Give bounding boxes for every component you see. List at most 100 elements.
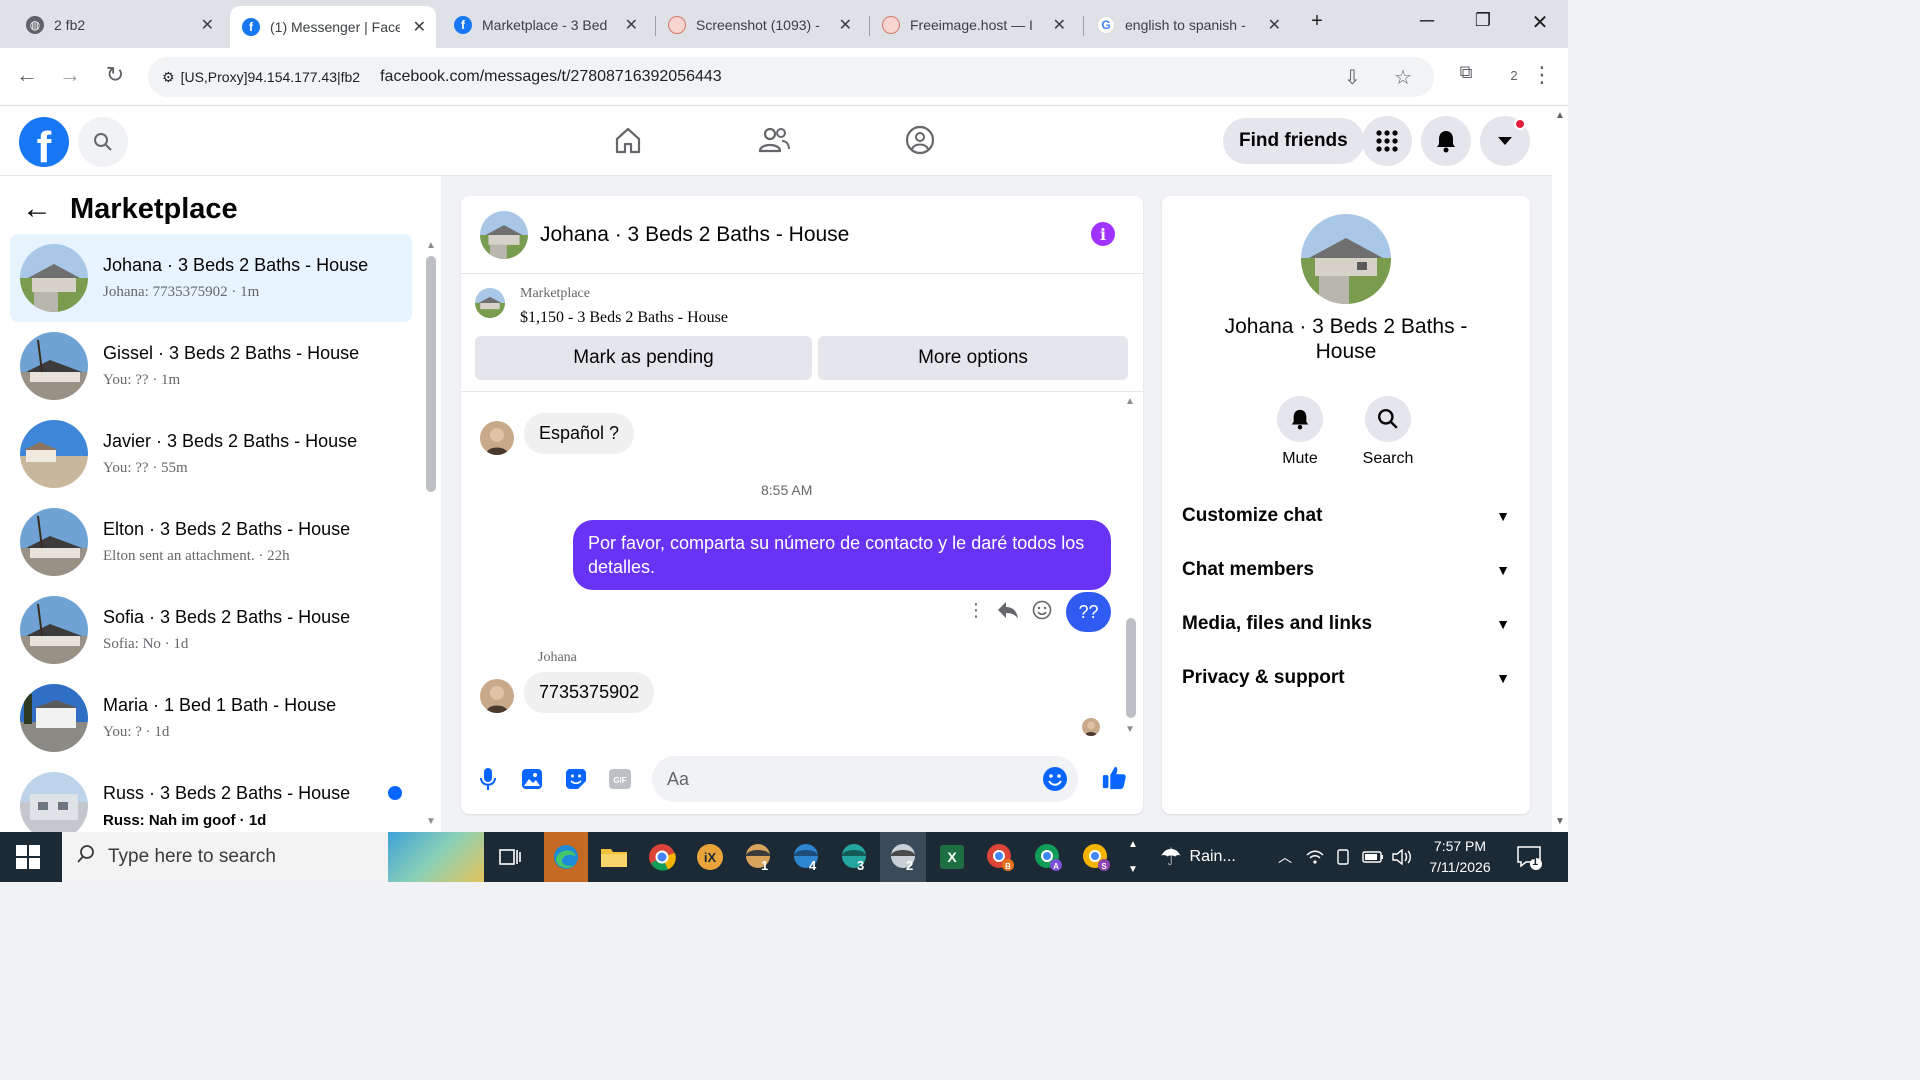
tab-google-translate[interactable]: G english to spanish - ✕ — [1085, 6, 1291, 44]
forward-arrow-icon[interactable]: → — [56, 62, 84, 88]
microphone-icon[interactable] — [475, 766, 501, 792]
search-in-conversation-button[interactable]: Search — [1348, 396, 1428, 468]
taskbar-search-box[interactable]: Type here to search — [62, 832, 484, 882]
friends-icon[interactable] — [754, 120, 794, 160]
close-window-icon[interactable]: ✕ — [1525, 10, 1555, 35]
profile-1-icon[interactable]: 1 — [740, 839, 776, 875]
taskbar-overflow-chevrons[interactable]: ▲ ▼ — [1126, 832, 1140, 882]
close-icon[interactable]: ✕ — [1053, 15, 1066, 35]
message-input[interactable]: Aa — [652, 756, 1078, 802]
conversation-item[interactable]: Elton · 3 Beds 2 Baths - House Elton sen… — [10, 498, 412, 586]
scroll-down-arrow-icon[interactable]: ▼ — [1125, 724, 1135, 735]
volume-icon[interactable] — [1392, 832, 1412, 882]
close-icon[interactable]: ✕ — [839, 15, 852, 35]
conversation-item[interactable]: Sofia · 3 Beds 2 Baths - House Sofia: No… — [10, 586, 412, 674]
chat-scrollbar[interactable] — [1126, 618, 1136, 718]
marketplace-conversation-list: ← Marketplace Johana · 3 Beds 2 Baths - … — [0, 176, 441, 832]
chrome-profile-b-icon[interactable]: B — [982, 839, 1018, 875]
tab-2-fb2[interactable]: ◍ 2 fb2 ✕ — [14, 6, 224, 44]
tab-search-icon[interactable]: ⧉ — [1452, 62, 1480, 83]
privacy-support-section[interactable]: Privacy & support ▼ — [1182, 658, 1510, 698]
site-info[interactable]: ⚙ [US,Proxy]94.154.177.43|fb2 — [162, 69, 360, 86]
close-icon[interactable]: ✕ — [625, 15, 638, 35]
show-hidden-icons-icon[interactable]: ︿ — [1278, 832, 1292, 882]
profile-2-icon[interactable]: 2 — [880, 832, 926, 882]
task-view-icon[interactable] — [492, 839, 528, 875]
restore-icon[interactable]: ❐ — [1468, 10, 1498, 31]
notifications-bell-icon[interactable] — [1421, 116, 1471, 166]
scroll-up-arrow-icon[interactable]: ▲ — [1555, 110, 1565, 121]
conversation-avatar[interactable] — [1301, 214, 1391, 304]
profile-count[interactable]: 2 — [1500, 68, 1528, 83]
conversation-item[interactable]: Maria · 1 Bed 1 Bath - House You: ? · 1d — [10, 674, 412, 762]
profile-4-icon[interactable]: 4 — [788, 839, 824, 875]
install-icon[interactable]: ⇩ — [1344, 65, 1361, 90]
sender-avatar — [480, 679, 514, 713]
close-icon[interactable]: ✕ — [201, 15, 214, 35]
close-icon[interactable]: ✕ — [1268, 15, 1281, 35]
search-icon[interactable] — [78, 117, 128, 167]
scroll-up-arrow-icon[interactable]: ▲ — [1125, 396, 1135, 407]
conversation-name: Johana · 3 Beds 2 Baths - House — [1224, 315, 1468, 363]
gif-icon[interactable]: GIF — [607, 766, 633, 792]
more-actions-icon[interactable]: ⋮ — [967, 600, 985, 621]
mute-button[interactable]: Mute — [1260, 396, 1340, 468]
home-icon[interactable] — [608, 120, 648, 160]
new-tab-button[interactable]: + — [1302, 10, 1332, 33]
conversation-item[interactable]: Russ · 3 Beds 2 Baths - House Russ: Nah … — [10, 762, 412, 832]
bookmark-star-icon[interactable]: ☆ — [1394, 65, 1412, 90]
file-explorer-icon[interactable] — [596, 839, 632, 875]
like-thumbs-up-icon[interactable] — [1101, 764, 1127, 790]
conversation-item[interactable]: Javier · 3 Beds 2 Baths - House You: ?? … — [10, 410, 412, 498]
photo-icon[interactable] — [519, 766, 545, 792]
edge-browser-icon[interactable] — [544, 832, 588, 882]
react-emoji-icon[interactable] — [1032, 600, 1052, 625]
reply-icon[interactable] — [997, 600, 1019, 625]
kebab-menu-icon[interactable]: ⋮ — [1528, 62, 1556, 88]
tab-freeimage[interactable]: Freeimage.host — I ✕ — [870, 6, 1076, 44]
groups-icon[interactable] — [900, 120, 940, 160]
scroll-up-arrow-icon[interactable]: ▲ — [426, 240, 436, 251]
conversation-item[interactable]: Gissel · 3 Beds 2 Baths - House You: ?? … — [10, 322, 412, 410]
close-icon[interactable]: ✕ — [413, 17, 426, 37]
back-arrow-icon[interactable]: ← — [13, 62, 41, 88]
emoji-icon[interactable] — [1042, 766, 1068, 797]
weather-widget[interactable]: ☂ Rain... — [1160, 832, 1236, 882]
find-friends-button[interactable]: Find friends — [1223, 118, 1364, 164]
page-scrollbar[interactable]: ▲ ▼ — [1552, 106, 1568, 832]
conversation-list-scrollbar[interactable] — [426, 256, 436, 492]
windows-start-icon[interactable] — [16, 845, 40, 874]
windows-taskbar: Type here to search iX 1 4 3 2 X B A S ▲… — [0, 832, 1568, 882]
reload-icon[interactable]: ↻ — [101, 62, 129, 88]
sticker-icon[interactable] — [563, 766, 589, 792]
back-arrow-icon[interactable]: ← — [22, 192, 52, 226]
excel-icon[interactable]: X — [934, 839, 970, 875]
wifi-icon[interactable] — [1306, 832, 1324, 882]
chrome-profile-s-icon[interactable]: S — [1078, 839, 1114, 875]
scroll-down-arrow-icon[interactable]: ▼ — [1555, 816, 1565, 827]
scroll-down-arrow-icon[interactable]: ▼ — [426, 816, 436, 827]
minimize-icon[interactable]: ─ — [1412, 10, 1442, 33]
url-text[interactable]: facebook.com/messages/t/2780871639205644… — [380, 68, 722, 86]
customize-chat-section[interactable]: Customize chat ▼ — [1182, 496, 1510, 536]
ixbrowser-icon[interactable]: iX — [692, 839, 728, 875]
address-bar[interactable]: ⚙ [US,Proxy]94.154.177.43|fb2 facebook.c… — [148, 57, 1434, 97]
search-icon — [1365, 396, 1411, 442]
menu-grid-icon[interactable] — [1362, 116, 1412, 166]
facebook-logo-icon[interactable]: f — [19, 117, 69, 167]
tab-messenger[interactable]: f (1) Messenger | Face ✕ — [230, 6, 436, 48]
chrome-profile-a-icon[interactable]: A — [1030, 839, 1066, 875]
tab-screenshot[interactable]: Screenshot (1093) - ✕ — [656, 6, 862, 44]
message-bubble-outgoing: Por favor, comparta su número de contact… — [573, 520, 1111, 590]
media-files-links-section[interactable]: Media, files and links ▼ — [1182, 604, 1510, 644]
taskbar-clock[interactable]: 7:57 PM 7/11/2026 — [1420, 836, 1500, 878]
svg-text:GIF: GIF — [613, 776, 626, 785]
notification-center-icon[interactable]: 1 — [1516, 832, 1542, 882]
tab-marketplace[interactable]: f Marketplace - 3 Bed ✕ — [442, 6, 648, 44]
chat-members-section[interactable]: Chat members ▼ — [1182, 550, 1510, 590]
battery-icon[interactable] — [1362, 832, 1384, 882]
device-icon[interactable] — [1336, 832, 1350, 882]
profile-3-icon[interactable]: 3 — [836, 839, 872, 875]
conversation-item[interactable]: Johana · 3 Beds 2 Baths - House Johana: … — [10, 234, 412, 322]
chrome-icon[interactable] — [644, 839, 680, 875]
